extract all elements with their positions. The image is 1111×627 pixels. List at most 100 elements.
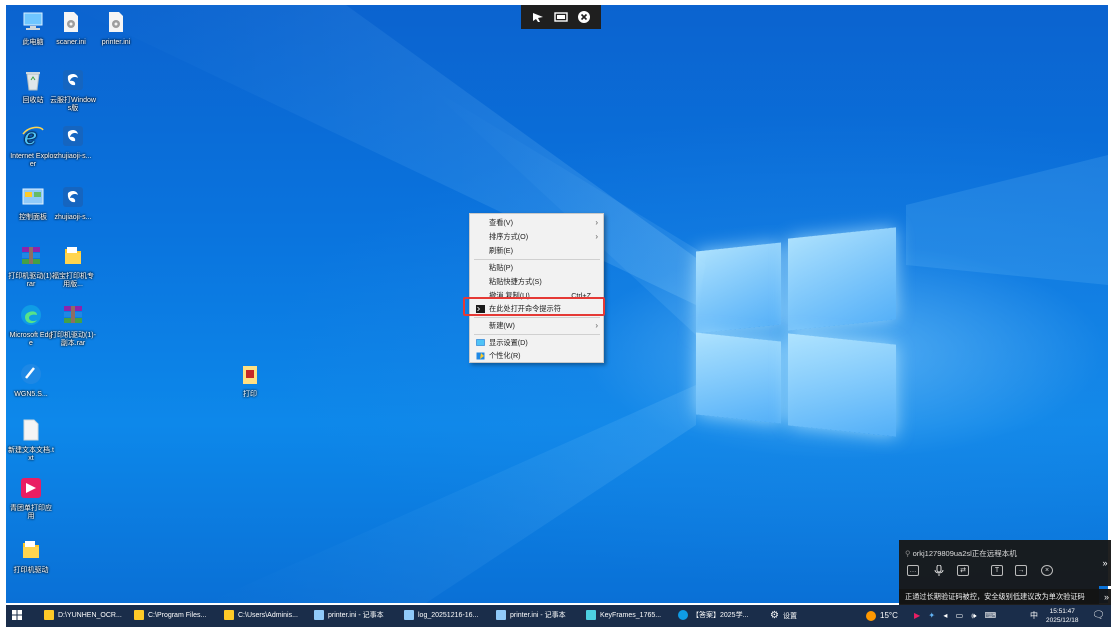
menu-label: 新建(W) [489,321,515,330]
keyboard-icon[interactable]: ⌨ [985,611,997,620]
clock-time: 15:51:47 [1049,608,1075,615]
winrar-icon [64,306,82,323]
app-icon[interactable]: ✦ [928,611,935,620]
notepad-icon [496,610,506,621]
chevron-right-icon: » [1102,558,1108,568]
screen-icon[interactable] [554,10,568,24]
desktop-icon-print[interactable]: 打印 [227,362,273,399]
folder-icon [44,610,54,621]
notification-collapse-button[interactable]: » [1099,540,1111,586]
desktop-icon-app4[interactable]: 青团单打印应用 [8,476,54,521]
notification-message: orkj1279809ua2sl正在远程本机 [912,549,1017,558]
desktop-icon-printerini[interactable]: printer.ini [93,10,139,47]
chat-icon[interactable]: … [907,565,919,576]
desktop-icon-app2[interactable]: zhujiaoji-s... [50,124,96,161]
icon-label: 福宝打印机专用版... [52,273,94,288]
desktop-icon-edge[interactable]: Microsoft Edge [8,303,54,348]
menu-item-paste[interactable]: 粘贴(P) [470,262,603,274]
desktop-icon-folder2[interactable]: 打印机驱动 [8,538,54,575]
folder-icon [134,610,144,621]
mic-icon[interactable] [933,565,945,576]
chevron-right-icon[interactable]: » [1104,589,1109,605]
menu-label: 粘贴(P) [489,263,513,272]
close-icon[interactable]: × [1041,565,1053,576]
taskbar-item-explorer-1[interactable]: D:\YUNHEN_OCR... [44,605,122,627]
folder-icon [23,541,39,558]
menu-item-personalize[interactable]: 个性化(R) [470,350,603,362]
windows-logo [696,223,906,443]
taskbar-label: C:\Program Files... [148,612,207,619]
ime-indicator[interactable]: 中 [1030,605,1038,627]
taskbar-item-notepad-3[interactable]: printer.ini - 记事本 [496,605,566,627]
taskbar-item-explorer-2[interactable]: C:\Program Files... [134,605,206,627]
taskbar-item-settings[interactable]: ⚙ 设置 [770,605,797,627]
desktop-icon-rar2[interactable]: 打印机驱动(1)-副本.rar [50,303,96,348]
menu-item-view[interactable]: 查看(V) › [470,217,603,229]
menu-label: 个性化(R) [489,351,521,360]
sun-icon [866,610,876,621]
settings-file-icon [64,12,78,32]
taskbar: D:\YUNHEN_OCR... C:\Program Files... C:\… [6,605,1111,627]
text-icon[interactable]: T [991,565,1003,576]
taskbar-item-notepad-1[interactable]: printer.ini - 记事本 [314,605,384,627]
notepad-icon [404,610,414,621]
print-icon [243,366,257,384]
volume-mini-icon[interactable]: ◂ [943,611,947,620]
tray-icons: ▶ ✦ ◂ ▭ 🕪 ⌨ [914,605,996,627]
network-icon[interactable]: ▭ [956,611,964,620]
image-icon [586,610,596,621]
close-icon[interactable] [577,10,591,24]
wps-icon [21,364,41,384]
control-panel-icon [22,188,44,205]
folder-icon [224,610,234,621]
transfer-icon[interactable]: ⇄ [957,565,969,576]
menu-item-display-settings[interactable]: 显示设置(D) [470,337,603,349]
icon-label: WGN5.S... [14,391,48,398]
notification-warning-text: 正通过长期验证码被控，安全级别低建议改为单次验证码 [905,592,1085,601]
menu-label: 排序方式(O) [489,232,529,241]
menu-item-sort[interactable]: 排序方式(O) › [470,231,603,243]
app-icon [63,187,83,207]
desktop-icon-wgn[interactable]: WGN5.S... [8,362,54,399]
taskbar-item-image[interactable]: KeyFrames_1765... [586,605,661,627]
settings-file-icon [109,12,123,32]
app-icon [63,70,83,90]
highlight-box [463,297,605,316]
weather-widget[interactable]: 15°C [866,605,898,627]
start-button[interactable] [12,605,22,627]
computer-icon [23,12,43,30]
display-icon [476,339,485,346]
menu-label: 查看(V) [489,218,513,227]
icon-label: zhujiaoji-s... [54,214,92,221]
volume-icon[interactable]: 🕪 [971,611,976,620]
taskbar-item-notepad-2[interactable]: log_20251216-16... [404,605,478,627]
desktop-icon-folder1[interactable]: 福宝打印机专用版... [50,244,96,289]
pinkapp-icon [21,478,41,498]
clock-date: 2025/12/18 [1046,617,1079,624]
desktop-icon-app3[interactable]: zhujiaoji-s... [50,185,96,222]
pinkapp-icon[interactable]: ▶ [914,611,920,620]
user-icon: ⚲ [905,549,911,558]
recycle-bin-icon [26,72,40,91]
chevron-right-icon: › [595,321,598,330]
desktop-icon-txt[interactable]: 新建文本文档.txt [8,418,54,463]
menu-item-new[interactable]: 新建(W) › [470,320,603,332]
screen: 此电脑 scaner.ini printer.ini 回收站 云服打Window… [0,0,1111,627]
taskbar-item-edge[interactable]: 【答案】2025学... [678,605,748,627]
desktop-icon-rar1[interactable]: 打印机驱动(1).rar [8,244,54,289]
notification-center-icon[interactable]: 🗨 [1092,605,1105,627]
taskbar-item-explorer-3[interactable]: C:\Users\Adminis... [224,605,298,627]
desktop-icon-scanerini[interactable]: scaner.ini [48,10,94,47]
text-file-icon [23,419,39,441]
cursor-icon[interactable] [531,10,545,24]
winrar-icon [22,247,40,264]
menu-item-refresh[interactable]: 刷新(E) [470,245,603,257]
edge-icon [21,305,41,325]
file-icon[interactable]: → [1015,565,1027,576]
taskbar-label: log_20251216-16... [418,612,479,619]
desktop-icon-app1[interactable]: 云服打Windows版 [50,68,96,113]
chevron-right-icon: › [595,232,598,241]
clock[interactable]: 15:51:47 2025/12/18 [1046,607,1079,627]
icon-label: 云服打Windows版 [50,97,96,112]
menu-item-paste-shortcut[interactable]: 粘贴快捷方式(S) [470,276,603,288]
